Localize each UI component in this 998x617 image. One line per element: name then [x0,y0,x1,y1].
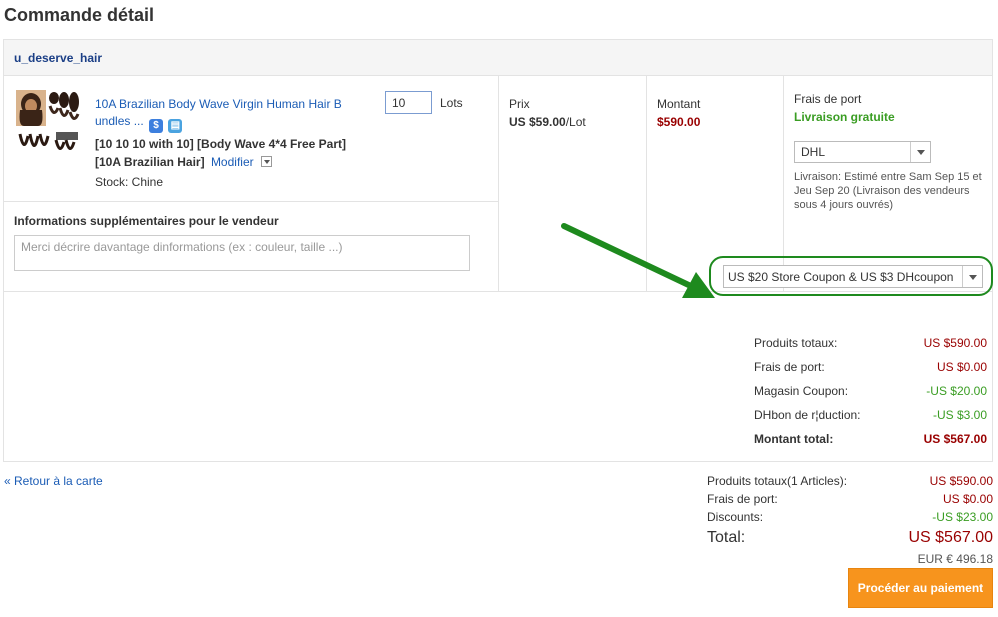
summary-value: US $567.00 [923,432,987,446]
total-label: Frais de port: [707,492,778,506]
dollar-badge-icon: $ [149,119,164,133]
order-box: u_deserve_hair 10A Brazilian Body Wave V… [3,39,993,462]
quantity-unit: Lots [440,96,463,110]
annotation-arrow-icon [561,223,715,298]
summary-value: -US $3.00 [932,408,987,422]
shipping-carrier-select[interactable]: DHL [794,141,931,163]
total-label: Produits totaux(1 Articles): [707,474,848,488]
summary-label: Produits totaux: [754,336,838,350]
summary-label: DHbon de r¦duction: [754,408,861,422]
quantity-input[interactable] [385,91,432,114]
summary-label: Frais de port: [754,360,825,374]
product-title-wrapper: 10A Brazilian Body Wave Virgin Human Hai… [95,96,350,133]
total-value: US $0.00 [942,492,993,506]
amount-label: Montant [657,97,701,111]
proceed-to-payment-button[interactable]: Procéder au paiement [848,568,993,608]
unit-price: US $59.00 [509,115,566,129]
product-variant: [10 10 10 with 10] [Body Wave 4*4 Free P… [95,135,365,171]
price-unit: /Lot [565,115,586,129]
eur-total: EUR € 496.18 [917,552,993,566]
product-thumbnail[interactable] [14,88,84,158]
coupon-select[interactable]: US $20 Store Coupon & US $3 DHcoupon [723,265,983,288]
modify-link[interactable]: Modifier [211,155,254,169]
coupon-value: US $20 Store Coupon & US $3 DHcoupon [728,270,954,284]
summary-label: Magasin Coupon: [754,384,849,398]
chevron-down-icon[interactable] [260,156,272,167]
carrier-value: DHL [801,145,826,159]
summary-value: -US $20.00 [926,384,987,398]
price-value: US $59.00/Lot [509,115,586,129]
shipping-badge-icon: ▤ [168,119,183,133]
seller-note-label: Informations supplémentaires pour le ven… [14,214,279,228]
chevron-down-icon [910,142,930,162]
total-value: US $590.00 [929,474,993,488]
stock-location: Stock: Chine [95,175,164,189]
price-label: Prix [509,97,530,111]
column-divider [498,76,499,292]
summary-value: US $590.00 [923,336,987,350]
summary-label: Montant total: [754,432,834,446]
amount-value: $590.00 [657,115,701,129]
total-label: Discounts: [707,510,764,524]
page-title: Commande détail [4,5,155,25]
summary-value: US $0.00 [936,360,987,374]
total-value: -US $23.00 [932,510,993,524]
chevron-down-icon [962,266,982,287]
product-title-link[interactable]: 10A Brazilian Body Wave Virgin Human Hai… [95,97,342,128]
free-shipping-text: Livraison gratuite [794,110,895,124]
seller-bar: u_deserve_hair [4,40,992,76]
shipping-label: Frais de port [794,92,862,106]
grand-total-value: US $567.00 [908,529,993,546]
seller-name-link[interactable]: u_deserve_hair [14,51,102,65]
grand-total-label: Total: [707,529,746,546]
back-to-cart-link[interactable]: « Retour à la carte [4,474,103,488]
delivery-estimate: Livraison: Estimé entre Sam Sep 15 et Je… [794,171,982,211]
row-divider [4,201,498,202]
seller-note-field[interactable] [14,235,470,271]
